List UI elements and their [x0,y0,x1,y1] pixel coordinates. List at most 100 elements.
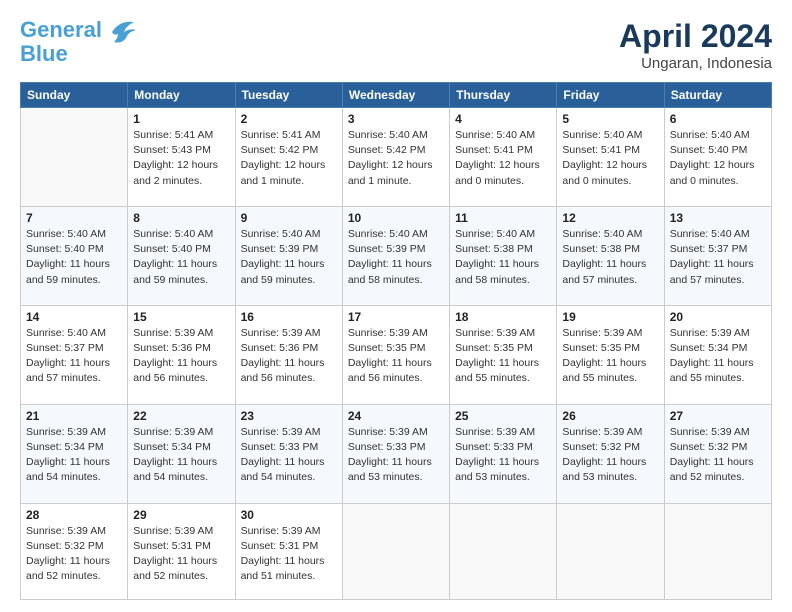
day-number: 16 [241,310,337,324]
day-info: Sunrise: 5:39 AMSunset: 5:34 PMDaylight:… [133,425,229,486]
day-info: Sunrise: 5:40 AMSunset: 5:38 PMDaylight:… [455,227,551,288]
day-info: Sunrise: 5:40 AMSunset: 5:39 PMDaylight:… [348,227,444,288]
day-info: Sunrise: 5:39 AMSunset: 5:33 PMDaylight:… [348,425,444,486]
logo-icon [104,18,136,46]
day-info: Sunrise: 5:40 AMSunset: 5:42 PMDaylight:… [348,128,444,189]
calendar-cell: 5 Sunrise: 5:40 AMSunset: 5:41 PMDaylight… [557,108,664,207]
calendar-cell: 29 Sunrise: 5:39 AMSunset: 5:31 PMDayligh… [128,503,235,600]
day-info: Sunrise: 5:39 AMSunset: 5:35 PMDaylight:… [348,326,444,387]
calendar-cell: 18 Sunrise: 5:39 AMSunset: 5:35 PMDayligh… [450,305,557,404]
day-info: Sunrise: 5:40 AMSunset: 5:38 PMDaylight:… [562,227,658,288]
day-info: Sunrise: 5:39 AMSunset: 5:33 PMDaylight:… [241,425,337,486]
calendar-week-5: 28Sunrise: 5:39 AMSunset: 5:32 PMDayligh… [21,503,772,600]
day-info: Sunrise: 5:39 AMSunset: 5:31 PMDaylight:… [133,524,229,585]
calendar-cell: 11 Sunrise: 5:40 AMSunset: 5:38 PMDayligh… [450,206,557,305]
day-info: Sunrise: 5:39 AMSunset: 5:35 PMDaylight:… [455,326,551,387]
calendar-cell: 10 Sunrise: 5:40 AMSunset: 5:39 PMDayligh… [342,206,449,305]
col-sunday: Sunday [21,83,128,108]
day-number: 8 [133,211,229,225]
day-info: Sunrise: 5:40 AMSunset: 5:37 PMDaylight:… [26,326,122,387]
calendar-week-2: 7Sunrise: 5:40 AMSunset: 5:40 PMDaylight… [21,206,772,305]
day-info: Sunrise: 5:39 AMSunset: 5:32 PMDaylight:… [26,524,122,585]
calendar-cell: 13 Sunrise: 5:40 AMSunset: 5:37 PMDayligh… [664,206,771,305]
day-number: 20 [670,310,766,324]
day-number: 27 [670,409,766,423]
col-tuesday: Tuesday [235,83,342,108]
calendar-cell: 19 Sunrise: 5:39 AMSunset: 5:35 PMDayligh… [557,305,664,404]
header: General Blue April 2024 Ungaran, Indones… [20,18,772,72]
day-info: Sunrise: 5:41 AMSunset: 5:43 PMDaylight:… [133,128,229,189]
day-number: 29 [133,508,229,522]
col-thursday: Thursday [450,83,557,108]
calendar-header-row: Sunday Monday Tuesday Wednesday Thursday… [21,83,772,108]
calendar-cell: 20 Sunrise: 5:39 AMSunset: 5:34 PMDayligh… [664,305,771,404]
day-info: Sunrise: 5:40 AMSunset: 5:39 PMDaylight:… [241,227,337,288]
day-number: 21 [26,409,122,423]
calendar-cell: 4 Sunrise: 5:40 AMSunset: 5:41 PMDaylight… [450,108,557,207]
calendar-cell: 9 Sunrise: 5:40 AMSunset: 5:39 PMDaylight… [235,206,342,305]
location: Ungaran, Indonesia [619,55,772,72]
day-info: Sunrise: 5:39 AMSunset: 5:32 PMDaylight:… [670,425,766,486]
calendar-cell [342,503,449,600]
col-wednesday: Wednesday [342,83,449,108]
day-number: 14 [26,310,122,324]
calendar-week-3: 14 Sunrise: 5:40 AMSunset: 5:37 PMDayligh… [21,305,772,404]
calendar-cell: 17 Sunrise: 5:39 AMSunset: 5:35 PMDayligh… [342,305,449,404]
calendar-cell: 1 Sunrise: 5:41 AMSunset: 5:43 PMDaylight… [128,108,235,207]
calendar-cell: 26 Sunrise: 5:39 AMSunset: 5:32 PMDayligh… [557,404,664,503]
day-number: 25 [455,409,551,423]
calendar-cell [664,503,771,600]
day-info: Sunrise: 5:40 AMSunset: 5:41 PMDaylight:… [562,128,658,189]
day-info: Sunrise: 5:39 AMSunset: 5:34 PMDaylight:… [26,425,122,486]
day-number: 3 [348,112,444,126]
calendar-cell: 7Sunrise: 5:40 AMSunset: 5:40 PMDaylight… [21,206,128,305]
day-info: Sunrise: 5:39 AMSunset: 5:36 PMDaylight:… [133,326,229,387]
day-info: Sunrise: 5:40 AMSunset: 5:41 PMDaylight:… [455,128,551,189]
day-number: 5 [562,112,658,126]
calendar-cell: 21 Sunrise: 5:39 AMSunset: 5:34 PMDayligh… [21,404,128,503]
day-number: 17 [348,310,444,324]
day-info: Sunrise: 5:41 AMSunset: 5:42 PMDaylight:… [241,128,337,189]
calendar-cell: 15 Sunrise: 5:39 AMSunset: 5:36 PMDayligh… [128,305,235,404]
month-title: April 2024 [619,18,772,55]
calendar-cell: 27 Sunrise: 5:39 AMSunset: 5:32 PMDayligh… [664,404,771,503]
title-block: April 2024 Ungaran, Indonesia [619,18,772,72]
day-number: 12 [562,211,658,225]
day-number: 9 [241,211,337,225]
calendar-cell: 30Sunrise: 5:39 AMSunset: 5:31 PMDayligh… [235,503,342,600]
calendar-cell: 14 Sunrise: 5:40 AMSunset: 5:37 PMDayligh… [21,305,128,404]
day-number: 10 [348,211,444,225]
day-number: 23 [241,409,337,423]
calendar-cell: 23 Sunrise: 5:39 AMSunset: 5:33 PMDayligh… [235,404,342,503]
calendar-cell: 12 Sunrise: 5:40 AMSunset: 5:38 PMDayligh… [557,206,664,305]
calendar-week-1: 1 Sunrise: 5:41 AMSunset: 5:43 PMDaylight… [21,108,772,207]
calendar-cell: 6Sunrise: 5:40 AMSunset: 5:40 PMDaylight… [664,108,771,207]
day-number: 26 [562,409,658,423]
calendar-cell: 3 Sunrise: 5:40 AMSunset: 5:42 PMDaylight… [342,108,449,207]
day-number: 15 [133,310,229,324]
day-info: Sunrise: 5:40 AMSunset: 5:37 PMDaylight:… [670,227,766,288]
day-info: Sunrise: 5:40 AMSunset: 5:40 PMDaylight:… [133,227,229,288]
day-number: 11 [455,211,551,225]
day-number: 4 [455,112,551,126]
day-number: 6 [670,112,766,126]
day-number: 19 [562,310,658,324]
logo-line2: Blue [20,41,68,66]
calendar-cell: 28Sunrise: 5:39 AMSunset: 5:32 PMDayligh… [21,503,128,600]
col-friday: Friday [557,83,664,108]
calendar-cell: 2Sunrise: 5:41 AMSunset: 5:42 PMDaylight… [235,108,342,207]
day-info: Sunrise: 5:39 AMSunset: 5:35 PMDaylight:… [562,326,658,387]
page: General Blue April 2024 Ungaran, Indones… [0,0,792,612]
day-info: Sunrise: 5:39 AMSunset: 5:34 PMDaylight:… [670,326,766,387]
logo-line1: General [20,17,102,42]
day-info: Sunrise: 5:39 AMSunset: 5:31 PMDaylight:… [241,524,337,585]
day-info: Sunrise: 5:39 AMSunset: 5:32 PMDaylight:… [562,425,658,486]
day-number: 13 [670,211,766,225]
day-number: 18 [455,310,551,324]
day-info: Sunrise: 5:39 AMSunset: 5:36 PMDaylight:… [241,326,337,387]
logo: General Blue [20,18,136,66]
calendar-table: Sunday Monday Tuesday Wednesday Thursday… [20,82,772,600]
day-info: Sunrise: 5:40 AMSunset: 5:40 PMDaylight:… [26,227,122,288]
calendar-cell: 25Sunrise: 5:39 AMSunset: 5:33 PMDayligh… [450,404,557,503]
day-number: 1 [133,112,229,126]
